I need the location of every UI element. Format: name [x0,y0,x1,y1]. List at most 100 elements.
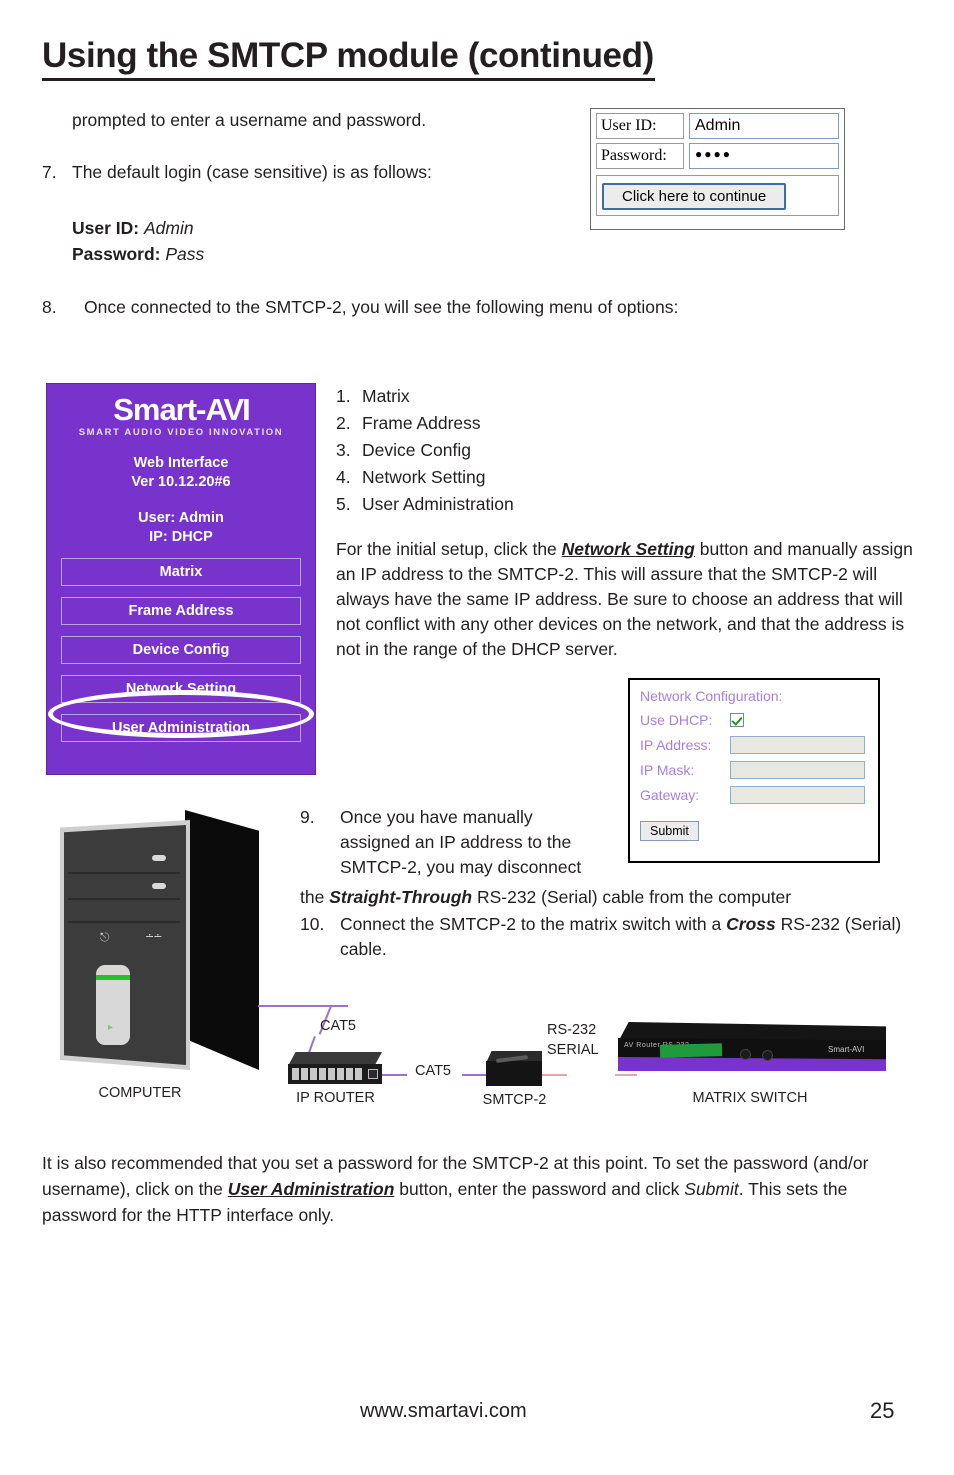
ip-mask-label: IP Mask: [640,761,695,778]
step-9-emphasis-straight-through: Straight-Through [329,887,473,907]
use-dhcp-label: Use DHCP: [640,711,713,728]
network-gateway-row: Gateway: [640,784,878,805]
matrix-switch-brand-logo: Smart-AVI [828,1045,865,1054]
cat5-cable-smtcp-segment [462,1074,487,1076]
usb-icon: ∸∸ [145,931,162,943]
list-item: 1. Matrix [336,383,596,410]
option-number: 2. [336,413,351,433]
closing-emphasis-user-administration: User Administration [227,1179,395,1199]
option-label: Device Config [362,440,471,460]
network-submit-button[interactable]: Submit [640,821,699,841]
footer-page-number: 25 [870,1398,895,1423]
matrix-switch-accent-stripe [618,1057,886,1071]
rs232-label-line2: SERIAL [547,1042,599,1058]
network-config-title: Network Configuration: [640,688,783,704]
menu-option-list: 1. Matrix 2. Frame Address 3. Device Config… [336,383,596,518]
login-userid-label: User ID: [596,113,684,139]
step-8-text: Once connected to the SMTCP-2, you will … [84,297,679,317]
use-dhcp-checkbox[interactable] [730,712,744,727]
panel-button-matrix[interactable]: Matrix [61,558,301,586]
matrix-switch-knob [762,1050,773,1061]
paragraph-prompted: prompted to enter a username and passwor… [72,110,427,130]
step-8: 8. Once connected to the SMTCP-2, you wi… [42,295,822,320]
step-9: 9. Once you have manually assigned an IP… [300,805,590,880]
default-credentials: User ID: Admin Password: Pass [72,215,472,267]
network-configuration-dialog: Network Configuration: Use DHCP: IP Addr… [628,678,880,863]
network-dhcp-row: Use DHCP: [640,709,878,730]
credential-userid: User ID: Admin [72,215,472,241]
credential-password-label: Password: [72,244,161,264]
computer-drive-bay-divider [68,921,180,923]
login-userid-input[interactable]: Admin [689,113,839,139]
web-interface-version-block: Web Interface Ver 10.12.20#6 [47,454,315,492]
setup-emphasis-network-setting: Network Setting [561,539,695,559]
option-label: User Administration [362,494,514,514]
smartavi-logo-mark: AVI [205,392,250,427]
login-userid-row: User ID: Admin [591,109,844,139]
credential-password: Password: Pass [72,241,472,267]
gateway-input[interactable] [730,785,865,804]
option-number: 4. [336,467,351,487]
step-10: 10. Connect the SMTCP-2 to the matrix sw… [300,912,915,962]
diagram-label-computer: COMPUTER [98,1085,182,1101]
ip-address-input[interactable] [730,735,865,754]
list-item: 4. Network Setting [336,464,596,491]
step-9-suffix: RS-232 (Serial) cable from the computer [472,887,792,907]
credential-userid-value: Admin [143,218,194,238]
matrix-switch-display [659,1043,723,1058]
session-ip: IP: DHCP [149,529,213,545]
step-7-text: The default login (case sensitive) is as… [72,162,432,182]
diagram-label-ip-router: IP ROUTER [296,1090,375,1106]
panel-button-network-setting[interactable]: Network Setting [61,675,301,703]
credential-userid-label: User ID: [72,218,140,238]
panel-button-device-config[interactable]: Device Config [61,636,301,664]
paragraph-initial-setup: For the initial setup, click the Network… [336,537,914,662]
login-dialog-screenshot: User ID: Admin Password: ●●●● Click here… [590,108,845,230]
computer-panel-arrow-icon: ▸ [108,1022,114,1033]
title-underline [42,78,655,81]
ip-mask-input[interactable] [730,760,865,779]
login-button-row: Click here to continue [596,175,839,216]
smartavi-logo-word: Smart- [113,392,206,427]
list-item: 5. User Administration [336,491,596,518]
rs232-cable-matrix-segment [615,1074,637,1076]
panel-button-user-administration[interactable]: User Administration [61,714,301,742]
click-here-to-continue-button[interactable]: Click here to continue [602,183,787,210]
option-label: Matrix [362,386,410,406]
credential-password-value: Pass [165,244,205,264]
web-interface-label: Web Interface [133,455,229,471]
step-9-prefix: the [300,887,330,907]
step-8-number: 8. [42,297,57,317]
ip-router-led [368,1069,378,1079]
paragraph-closing: It is also recommended that you set a pa… [42,1150,917,1228]
login-password-label: Password: [596,143,684,169]
session-user: User: Admin [138,510,224,526]
diagram-label-matrix-switch: MATRIX SWITCH [692,1090,808,1106]
setup-text-part1: For the initial setup, click the [336,539,562,559]
step-10-number: 10. [300,914,325,934]
list-item: 2. Frame Address [336,410,596,437]
step-10-prefix: Connect the SMTCP-2 to the matrix switch… [340,914,727,934]
computer-drive-eject-button [152,855,166,861]
diagram-label-smtcp2: SMTCP-2 [482,1092,547,1108]
closing-text-part2: button, enter the password and click [394,1179,685,1199]
step-9-continued: the Straight-Through RS-232 (Serial) cab… [300,885,915,910]
login-password-input[interactable]: ●●●● [689,143,839,169]
panel-button-frame-address[interactable]: Frame Address [61,597,301,625]
smartavi-logo-tagline: SMART AUDIO VIDEO INNOVATION [78,427,284,438]
list-item: 3. Device Config [336,437,596,464]
login-password-row: Password: ●●●● [591,139,844,169]
option-number: 5. [336,494,351,514]
computer-tower-side [185,810,259,1070]
ip-router-ports [292,1068,364,1080]
computer-drive-eject-button [152,883,166,889]
rs232-cable-smtcp-segment [542,1074,567,1076]
computer-status-led [96,975,130,980]
option-number: 1. [336,386,351,406]
step-9-number: 9. [300,807,315,827]
session-info-block: User: Admin IP: DHCP [47,509,315,547]
smartavi-logo: Smart-AVI SMART AUDIO VIDEO INNOVATION [47,392,315,439]
web-interface-version: Ver 10.12.20#6 [131,474,231,490]
power-icon: ⎋ [100,930,110,944]
footer-url: www.smartavi.com [360,1400,527,1422]
